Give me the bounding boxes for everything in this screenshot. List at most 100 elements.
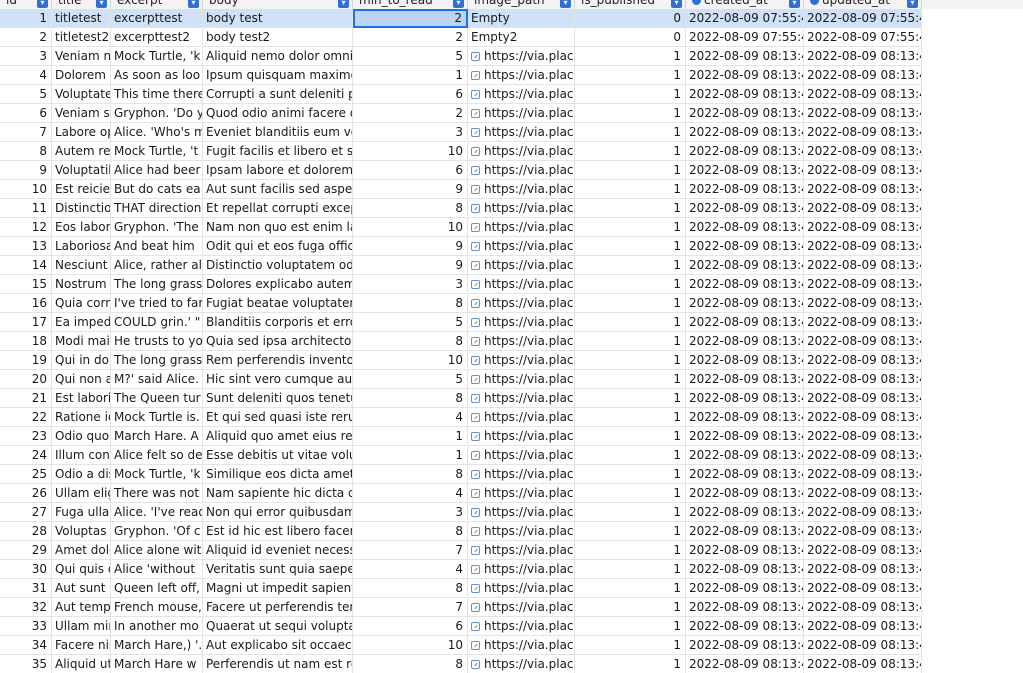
table-row[interactable]: 4 Dolorem ni As soon as loo Ipsum quisquam … [0,66,922,85]
cell-min-to-read[interactable]: 8 [353,465,468,484]
cell-excerpt[interactable]: He trusts to yo [111,332,203,351]
cell-excerpt[interactable]: This time there [111,85,203,104]
cell-body[interactable]: Aut explicabo sit occaecati [203,636,353,655]
cell-min-to-read[interactable]: 3 [353,123,468,142]
cell-body[interactable]: Ipsam labore et doloremqu [203,161,353,180]
cell-id[interactable]: 24 [0,446,52,465]
cell-is-published[interactable]: 1 [575,351,686,370]
cell-id[interactable]: 29 [0,541,52,560]
cell-body[interactable]: Facere ut perferendis temp [203,598,353,617]
cell-image-path[interactable]: https://via.placeh [468,370,575,389]
cell-is-published[interactable]: 1 [575,655,686,673]
cell-created-at[interactable]: 2022-08-09 08:13:46 [686,427,804,446]
cell-image-path[interactable]: https://via.placeh [468,66,575,85]
cell-excerpt[interactable]: Gryphon. 'Of c [111,522,203,541]
column-header-image-path[interactable]: image_path ▾ [468,0,575,9]
cell-is-published[interactable]: 1 [575,598,686,617]
cell-updated-at[interactable]: 2022-08-09 08:13:46 [804,218,922,237]
table-row[interactable]: 34 Facere nisi March Hare,) '.Aut explicab… [0,636,922,655]
cell-created-at[interactable]: 2022-08-09 08:13:46 [686,256,804,275]
cell-image-path[interactable]: https://via.placeh [468,446,575,465]
cell-is-published[interactable]: 1 [575,541,686,560]
cell-id[interactable]: 9 [0,161,52,180]
cell-title[interactable]: Eos laborur [52,218,111,237]
cell-body[interactable]: Et repellat corrupti exceptu [203,199,353,218]
cell-id[interactable]: 30 [0,560,52,579]
table-row[interactable]: 19 Qui in dolc The long grassRem perferend… [0,351,922,370]
cell-updated-at[interactable]: 2022-08-09 08:13:45 [804,47,922,66]
table-row[interactable]: 14 Nesciunt ol Alice, rather al Distinctio … [0,256,922,275]
cell-image-path[interactable]: https://via.placeh [468,579,575,598]
table-row[interactable]: 27 Fuga ullam Alice. 'I've readNon qui err… [0,503,922,522]
cell-created-at[interactable]: 2022-08-09 08:13:45 [686,47,804,66]
cell-updated-at[interactable]: 2022-08-09 08:13:45 [804,142,922,161]
table-row[interactable]: 5 Voluptatem This time thereCorrupti a sun… [0,85,922,104]
cell-is-published[interactable]: 1 [575,579,686,598]
cell-min-to-read[interactable]: 10 [353,351,468,370]
cell-image-path[interactable]: https://via.placeh [468,294,575,313]
cell-created-at[interactable]: 2022-08-09 08:13:46 [686,522,804,541]
cell-title[interactable]: Odio quo s [52,427,111,446]
cell-updated-at[interactable]: 2022-08-09 08:13:46 [804,522,922,541]
cell-created-at[interactable]: 2022-08-09 07:55:49 [686,28,804,47]
cell-created-at[interactable]: 2022-08-09 08:13:46 [686,313,804,332]
cell-id[interactable]: 19 [0,351,52,370]
column-header-is-published[interactable]: is_published ▾ [575,0,686,9]
cell-title[interactable]: titletest2 [52,28,111,47]
cell-body[interactable]: Non qui error quibusdam a [203,503,353,522]
cell-body[interactable]: Nam sapiente hic dicta qui [203,484,353,503]
cell-excerpt[interactable]: excerpttest [111,9,203,28]
cell-body[interactable]: Sunt deleniti quos tenetur [203,389,353,408]
cell-updated-at[interactable]: 2022-08-09 08:13:46 [804,446,922,465]
cell-is-published[interactable]: 1 [575,123,686,142]
cell-min-to-read[interactable]: 5 [353,313,468,332]
cell-image-path[interactable]: https://via.placeh [468,237,575,256]
cell-is-published[interactable]: 1 [575,218,686,237]
cell-title[interactable]: Labore opti [52,123,111,142]
cell-image-path[interactable]: https://via.placeh [468,351,575,370]
cell-is-published[interactable]: 1 [575,199,686,218]
cell-id[interactable]: 18 [0,332,52,351]
table-row[interactable]: 17 Ea impeditCOULD grin.' " Blanditiis cor… [0,313,922,332]
cell-created-at[interactable]: 2022-08-09 08:13:46 [686,560,804,579]
cell-body[interactable]: Similique eos dicta amet e [203,465,353,484]
cell-updated-at[interactable]: 2022-08-09 08:13:46 [804,275,922,294]
table-row[interactable]: 33 Ullam mini In another mo Quaerat ut sequ… [0,617,922,636]
cell-min-to-read[interactable]: 9 [353,180,468,199]
sort-filter-icon[interactable]: ▾ [671,0,682,8]
cell-is-published[interactable]: 1 [575,161,686,180]
cell-id[interactable]: 28 [0,522,52,541]
cell-created-at[interactable]: 2022-08-09 08:13:46 [686,389,804,408]
cell-title[interactable]: Ullam mini [52,617,111,636]
table-row[interactable]: 24 Illum conse Alice felt so deEsse debiti… [0,446,922,465]
cell-body[interactable]: Dolores explicabo autem it [203,275,353,294]
table-row[interactable]: 1 titletest excerpttest body test 2 Empty 0 202… [0,9,922,28]
cell-body[interactable]: body test [203,9,353,28]
cell-id[interactable]: 2 [0,28,52,47]
cell-excerpt[interactable]: Alice had beer [111,161,203,180]
cell-excerpt[interactable]: Alice. 'I've read [111,503,203,522]
cell-image-path[interactable]: https://via.placeh [468,408,575,427]
cell-created-at[interactable]: 2022-08-09 08:13:46 [686,503,804,522]
cell-is-published[interactable]: 1 [575,427,686,446]
cell-excerpt[interactable]: excerpttest2 [111,28,203,47]
table-row[interactable]: 11 Distinctio aTHAT direction Et repellat … [0,199,922,218]
cell-title[interactable]: Autem repe [52,142,111,161]
cell-min-to-read[interactable]: 8 [353,655,468,673]
cell-excerpt[interactable]: Mock Turtle, 'k [111,465,203,484]
cell-title[interactable]: Odio a dist [52,465,111,484]
cell-image-path[interactable]: Empty2 [468,28,575,47]
cell-title[interactable]: Modi maio [52,332,111,351]
cell-body[interactable]: Odit qui et eos fuga officia [203,237,353,256]
cell-image-path[interactable]: https://via.placeh [468,560,575,579]
table-row[interactable]: 29 Amet dolor Alice alone wit Aliquid id ev… [0,541,922,560]
cell-min-to-read[interactable]: 5 [353,370,468,389]
cell-excerpt[interactable]: THAT direction [111,199,203,218]
cell-updated-at[interactable]: 2022-08-09 08:13:46 [804,351,922,370]
cell-min-to-read[interactable]: 7 [353,541,468,560]
cell-body[interactable]: Magni ut impedit sapiente [203,579,353,598]
table-row[interactable]: 25 Odio a dist Mock Turtle, 'k Similique eo… [0,465,922,484]
cell-min-to-read[interactable]: 8 [353,199,468,218]
cell-is-published[interactable]: 1 [575,370,686,389]
cell-title[interactable]: Qui in dolc [52,351,111,370]
